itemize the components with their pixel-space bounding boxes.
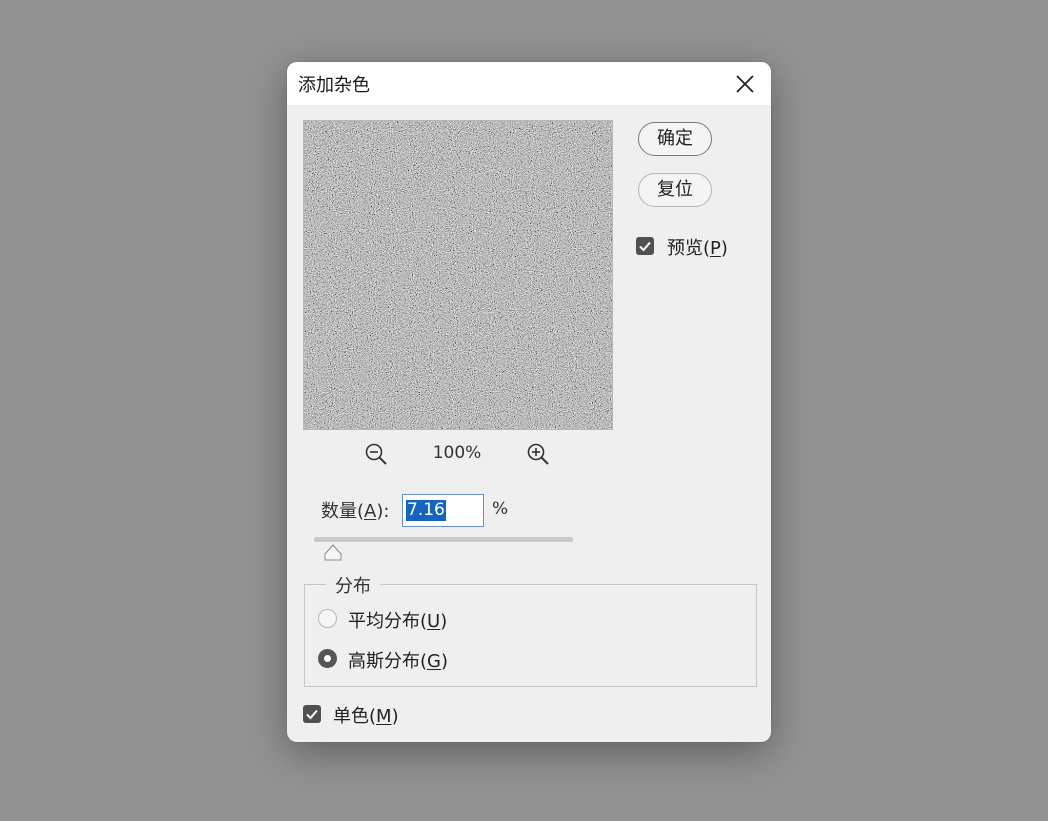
reset-button[interactable]: 复位 xyxy=(638,173,712,207)
zoom-in-icon xyxy=(527,443,549,465)
preview-checkbox[interactable] xyxy=(636,237,654,255)
checkmark-icon xyxy=(639,241,651,252)
amount-slider-track[interactable] xyxy=(314,537,573,542)
zoom-in-button[interactable] xyxy=(526,442,552,468)
slider-thumb-icon xyxy=(324,544,342,561)
checkmark-icon xyxy=(306,709,318,720)
monochrome-checkbox[interactable] xyxy=(303,705,321,723)
amount-value: 7.16 xyxy=(406,500,446,521)
close-icon xyxy=(736,75,754,93)
uniform-radio[interactable] xyxy=(318,609,337,628)
amount-label: 数量(A): xyxy=(321,501,390,522)
ok-button[interactable]: 确定 xyxy=(638,122,712,156)
noise-preview-image xyxy=(304,121,612,429)
zoom-level: 100% xyxy=(432,443,482,463)
gaussian-radio[interactable] xyxy=(318,649,337,668)
monochrome-label[interactable]: 单色(M) xyxy=(333,702,399,728)
amount-input[interactable]: 7.16 xyxy=(402,494,484,527)
noise-preview[interactable] xyxy=(303,120,613,430)
title-bar: 添加杂色 xyxy=(287,62,771,105)
gaussian-label[interactable]: 高斯分布(G) xyxy=(348,647,448,673)
add-noise-dialog: 添加杂色 100% 确定 复位 预览(P) 数量(A): 7.16 % 分布 平… xyxy=(287,62,771,742)
uniform-label[interactable]: 平均分布(U) xyxy=(348,607,447,633)
zoom-out-icon xyxy=(365,443,387,465)
preview-label[interactable]: 预览(P) xyxy=(667,234,728,260)
zoom-out-button[interactable] xyxy=(364,442,390,468)
amount-unit: % xyxy=(492,499,509,519)
amount-slider-thumb[interactable] xyxy=(323,544,343,561)
distribution-legend: 分布 xyxy=(326,572,380,598)
dialog-title: 添加杂色 xyxy=(298,75,370,96)
close-button[interactable] xyxy=(729,68,761,100)
